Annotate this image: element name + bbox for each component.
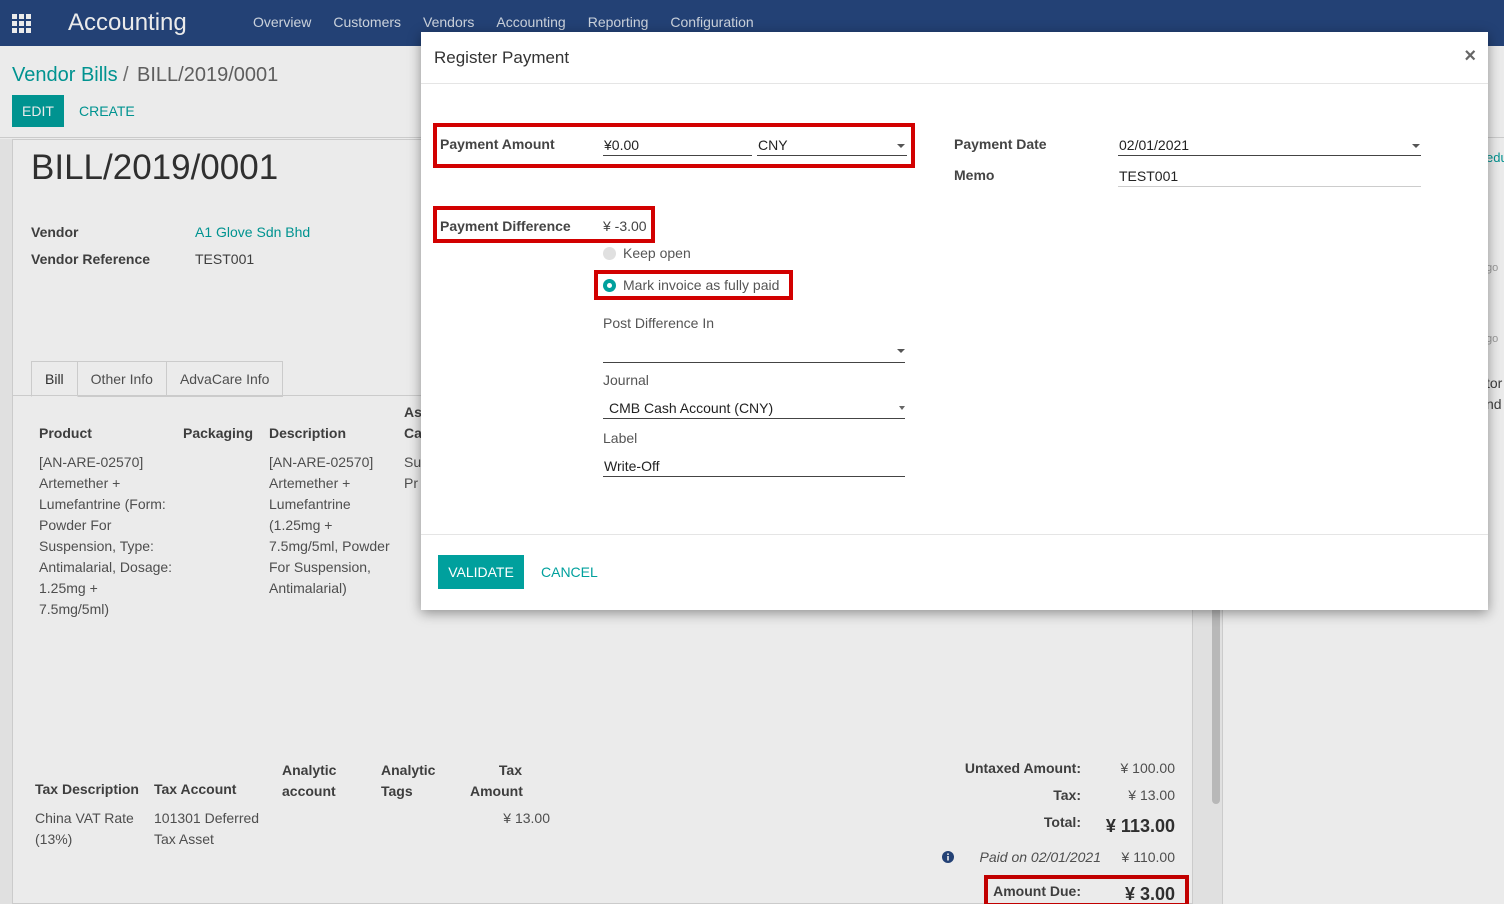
payment-date-input[interactable]: [1118, 134, 1421, 156]
journal-chevron-down-icon[interactable]: [899, 406, 905, 410]
writeoff-label-label: Label: [603, 430, 638, 446]
cancel-button[interactable]: CANCEL: [541, 564, 598, 580]
memo-label: Memo: [954, 167, 995, 183]
modal-title: Register Payment: [434, 48, 570, 67]
journal-label: Journal: [603, 372, 649, 388]
modal-footer: VALIDATE CANCEL: [421, 534, 1488, 610]
payment-date-chevron-down-icon[interactable]: [1412, 144, 1420, 148]
keep-open-radio[interactable]: [603, 247, 616, 260]
validate-button[interactable]: VALIDATE: [438, 555, 524, 589]
mark-fully-paid-highlight: [594, 270, 793, 300]
payment-date-label: Payment Date: [954, 136, 1047, 152]
keep-open-label[interactable]: Keep open: [623, 245, 691, 261]
close-icon[interactable]: ×: [1464, 45, 1476, 68]
post-difference-label: Post Difference In: [603, 315, 715, 331]
memo-input[interactable]: [1118, 165, 1421, 187]
journal-select[interactable]: [603, 397, 905, 419]
register-payment-dialog: Register Payment × Payment Amount Paymen…: [421, 32, 1488, 610]
modal-header: Register Payment ×: [421, 32, 1488, 84]
writeoff-label-input[interactable]: [603, 455, 905, 477]
post-difference-select[interactable]: [603, 341, 905, 363]
payment-amount-highlight: [433, 123, 915, 168]
post-difference-chevron-down-icon[interactable]: [897, 349, 905, 353]
payment-difference-highlight: [433, 206, 655, 243]
